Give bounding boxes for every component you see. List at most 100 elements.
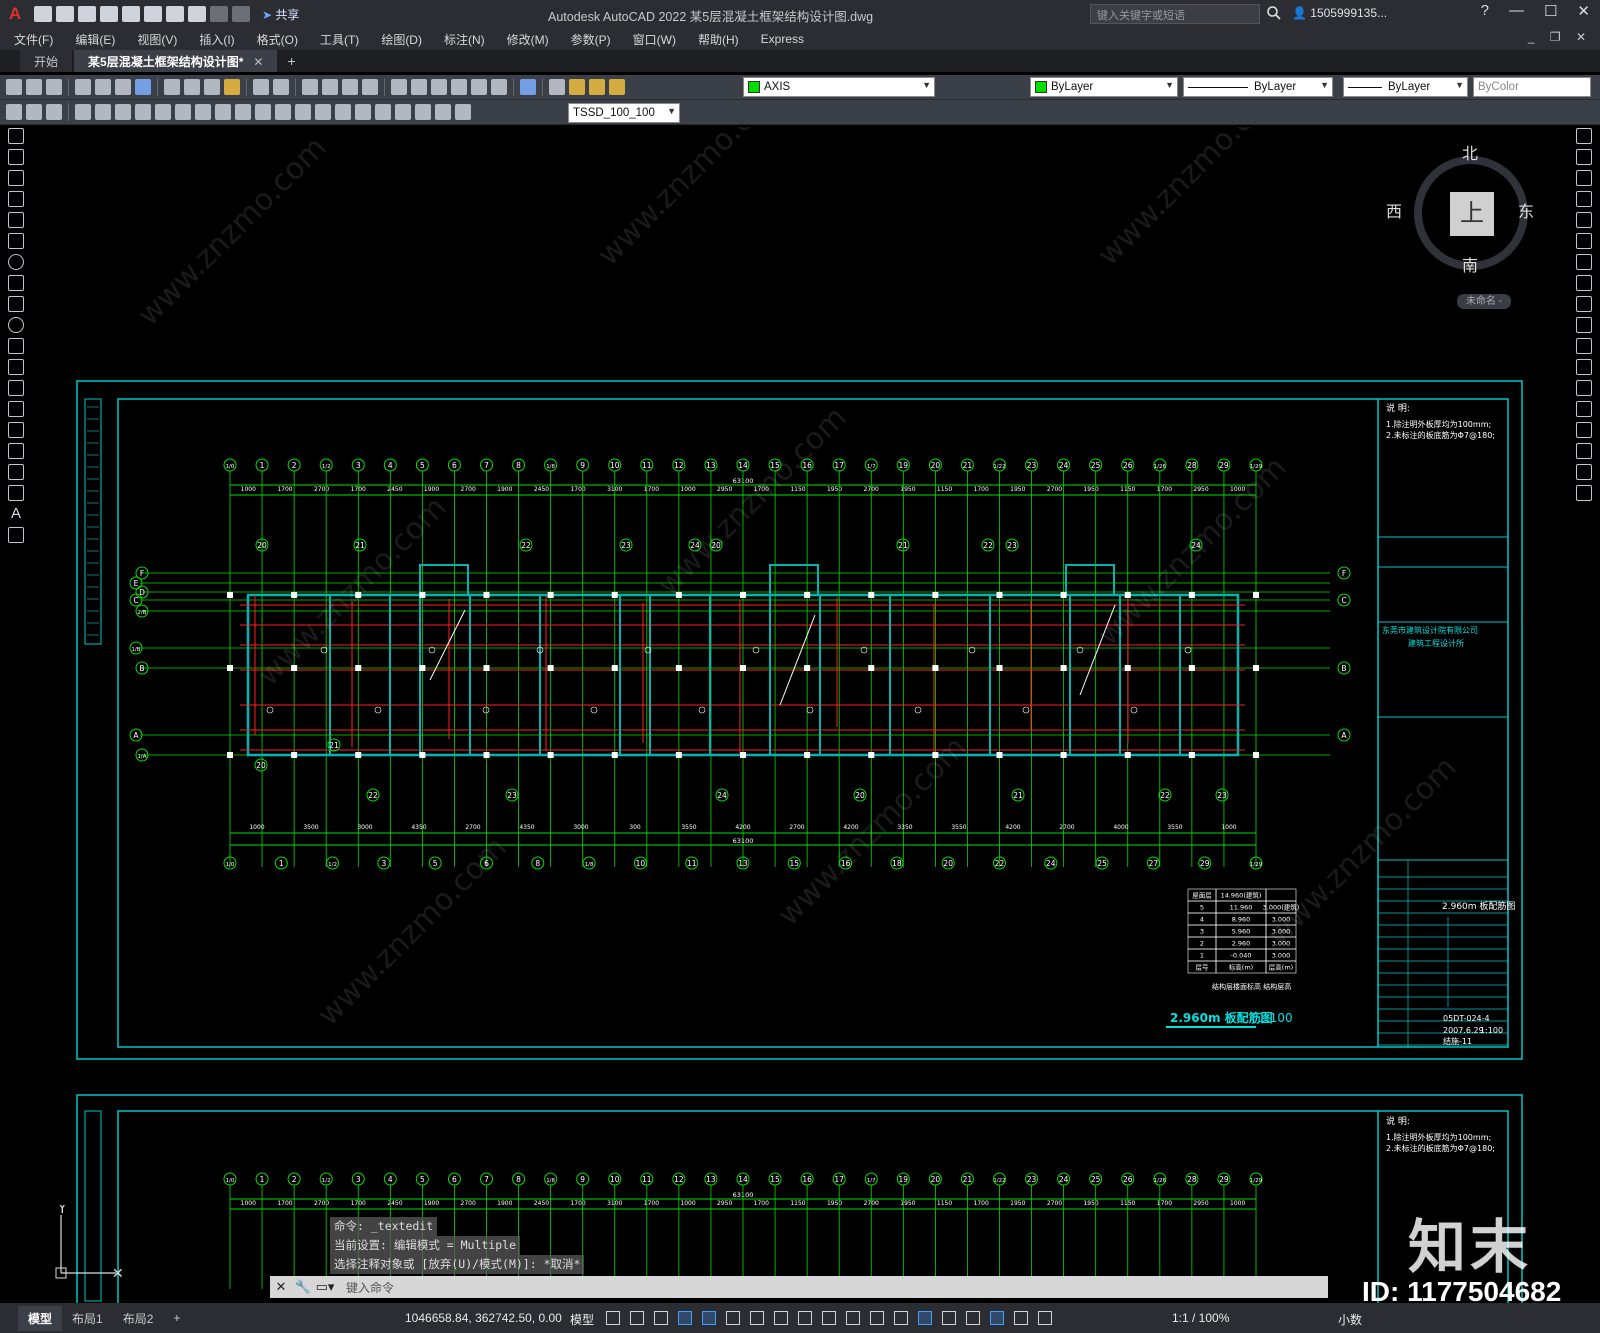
menu-help[interactable]: 帮助(H) — [698, 31, 739, 48]
match-properties-icon[interactable] — [224, 79, 240, 95]
radius-dimension-icon[interactable] — [155, 104, 171, 120]
dimension-text-edit-icon[interactable] — [435, 104, 451, 120]
wcs-menu[interactable]: 未命名 - — [1457, 294, 1511, 309]
ellipse-icon[interactable] — [8, 317, 24, 333]
quick-dimension-icon[interactable] — [235, 104, 251, 120]
layer-lock-icon[interactable] — [609, 79, 625, 95]
selection-cycling-icon[interactable] — [870, 1311, 884, 1325]
arc-length-icon[interactable] — [115, 104, 131, 120]
close-button[interactable]: ✕ — [1577, 2, 1590, 20]
cursor-coordinates[interactable]: 1046658.84, 362742.50, 0.00 — [405, 1311, 562, 1325]
copy-icon[interactable] — [184, 79, 200, 95]
polar-tracking-icon[interactable] — [726, 1311, 740, 1325]
menu-file[interactable]: 文件(F) — [14, 31, 53, 48]
units-display[interactable]: 小数 — [1338, 1311, 1362, 1328]
break-icon[interactable] — [1576, 380, 1592, 396]
tssd-tool-icon[interactable] — [6, 104, 22, 120]
menu-view[interactable]: 视图(V) — [137, 31, 177, 48]
polyline-icon[interactable] — [8, 170, 24, 186]
markup-icon[interactable] — [471, 79, 487, 95]
add-selected-icon[interactable] — [8, 527, 24, 543]
tab-active-drawing[interactable]: 某5层混凝土框架结构设计图* ✕ — [74, 50, 278, 72]
menu-edit[interactable]: 编辑(E) — [75, 31, 115, 48]
spline-icon[interactable] — [8, 296, 24, 312]
scale-icon[interactable] — [1576, 275, 1592, 291]
table-icon[interactable] — [8, 485, 24, 501]
copy-object-icon[interactable] — [1576, 149, 1592, 165]
model-space-button[interactable]: 模型 — [570, 1311, 594, 1328]
menu-modify[interactable]: 修改(M) — [507, 31, 549, 48]
cut-icon[interactable] — [164, 79, 180, 95]
menu-window[interactable]: 窗口(W) — [633, 31, 676, 48]
tool-palettes-icon[interactable] — [431, 79, 447, 95]
join-icon[interactable] — [1576, 401, 1592, 417]
mirror-icon[interactable] — [1576, 170, 1592, 186]
selection-filter-icon[interactable] — [942, 1311, 956, 1325]
new-icon[interactable] — [6, 79, 22, 95]
save-as-icon[interactable] — [100, 6, 118, 22]
linetype-dropdown[interactable]: ByLayer ▼ — [1183, 77, 1333, 97]
baseline-dimension-icon[interactable] — [255, 104, 271, 120]
dimension-update-icon[interactable] — [455, 104, 471, 120]
plot-preview-icon[interactable] — [95, 79, 111, 95]
tab-layout2[interactable]: 布局2 — [113, 1310, 164, 1327]
layer-freeze-icon[interactable] — [589, 79, 605, 95]
zoom-previous-icon[interactable] — [362, 79, 378, 95]
stretch-icon[interactable] — [1576, 296, 1592, 312]
dimension-edit-icon[interactable] — [415, 104, 431, 120]
continue-dimension-icon[interactable] — [275, 104, 291, 120]
object-snap-icon[interactable] — [798, 1311, 812, 1325]
open-web-icon[interactable] — [122, 6, 140, 22]
add-layout-button[interactable]: + — [163, 1311, 190, 1325]
undo-icon[interactable] — [253, 79, 269, 95]
annotation-scale[interactable]: 1:1 / 100% — [1172, 1311, 1229, 1325]
user-account[interactable]: 1505999135... — [1292, 6, 1387, 20]
lineweight-dropdown[interactable]: ByLayer ▼ — [1343, 77, 1468, 97]
menu-parametric[interactable]: 参数(P) — [571, 31, 611, 48]
redo-icon[interactable] — [210, 6, 228, 22]
viewcube[interactable]: 上 北 南 西 东 — [1386, 146, 1536, 278]
rotate-icon[interactable] — [1576, 254, 1592, 270]
gradient-icon[interactable] — [8, 443, 24, 459]
extend-icon[interactable] — [1576, 338, 1592, 354]
dynamic-input-icon[interactable] — [678, 1311, 692, 1325]
publish-icon[interactable] — [115, 79, 131, 95]
tssd-tool-icon[interactable] — [46, 104, 62, 120]
snap-icon[interactable] — [630, 1311, 644, 1325]
plot-icon[interactable] — [166, 6, 184, 22]
insert-block-icon[interactable] — [8, 359, 24, 375]
viewcube-top-face[interactable]: 上 — [1450, 192, 1494, 236]
annotation-scale-icon[interactable] — [1038, 1311, 1052, 1325]
isodraft-icon[interactable] — [750, 1311, 764, 1325]
tab-start[interactable]: 开始 — [20, 50, 73, 72]
search-input[interactable]: 键入关键字或短语 — [1090, 4, 1260, 24]
menu-tools[interactable]: 工具(T) — [320, 31, 359, 48]
compass-east[interactable]: 东 — [1518, 198, 1534, 222]
3d-object-snap-icon[interactable] — [894, 1311, 908, 1325]
paste-icon[interactable] — [204, 79, 220, 95]
line-icon[interactable] — [8, 128, 24, 144]
lineweight-icon[interactable] — [822, 1311, 836, 1325]
plotstyle-dropdown[interactable]: ByColor — [1473, 77, 1591, 97]
infer-constraints-icon[interactable] — [654, 1311, 668, 1325]
save-icon[interactable] — [78, 6, 96, 22]
tssd-tool-icon[interactable] — [26, 104, 42, 120]
save-web-icon[interactable] — [144, 6, 162, 22]
close-icon[interactable]: ✕ — [270, 1279, 292, 1295]
redo-icon[interactable] — [273, 79, 289, 95]
drawing-canvas[interactable]: 1/0 1 2 1/2 3 4 5 6 7 8 1/8 9 10 11 12 13 14 15 16 17 1/7 19 2… — [30, 127, 1566, 1303]
tab-layout1[interactable]: 布局1 — [62, 1310, 113, 1327]
layer-properties-icon[interactable] — [549, 79, 565, 95]
wrench-icon[interactable]: 🔧 — [292, 1279, 314, 1295]
make-block-icon[interactable] — [8, 380, 24, 396]
compass-south[interactable]: 南 — [1462, 252, 1478, 276]
help-icon[interactable]: ? — [1481, 2, 1489, 20]
dimension-space-icon[interactable] — [295, 104, 311, 120]
arc-icon[interactable] — [8, 233, 24, 249]
construction-line-icon[interactable] — [8, 149, 24, 165]
angular-dimension-icon[interactable] — [215, 104, 231, 120]
save-icon[interactable] — [46, 79, 62, 95]
offset-icon[interactable] — [1576, 191, 1592, 207]
polygon-icon[interactable] — [8, 191, 24, 207]
tab-model[interactable]: 模型 — [18, 1305, 63, 1331]
